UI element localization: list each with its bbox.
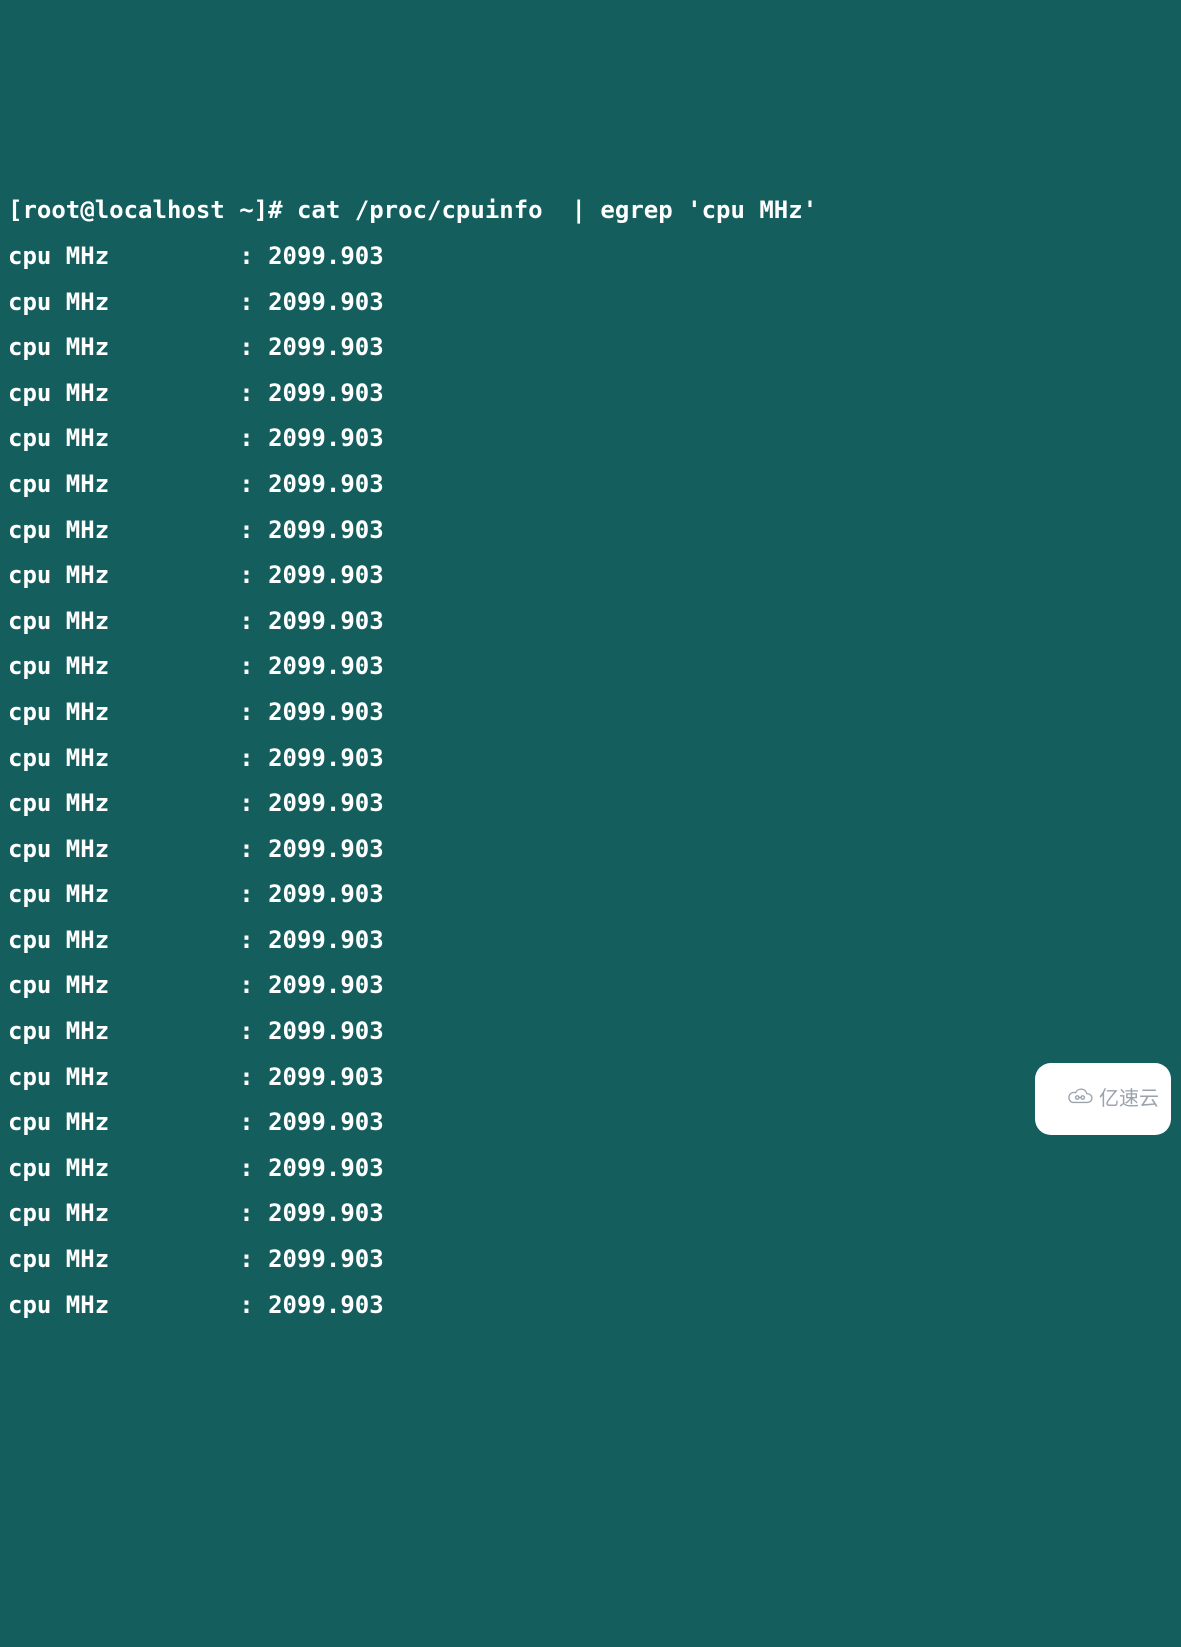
watermark-text: 亿速云 bbox=[1099, 1089, 1159, 1109]
terminal-output: cpu MHz : 2099.903 cpu MHz : 2099.903 cp… bbox=[8, 242, 384, 1319]
shell-command: cat /proc/cpuinfo | egrep 'cpu MHz' bbox=[297, 196, 817, 224]
watermark-badge: 亿速云 bbox=[1035, 1063, 1171, 1135]
shell-prompt: [root@localhost ~]# bbox=[8, 196, 297, 224]
terminal[interactable]: [root@localhost ~]# cat /proc/cpuinfo | … bbox=[8, 188, 1173, 1328]
command-line: [root@localhost ~]# cat /proc/cpuinfo | … bbox=[8, 188, 1173, 234]
cloud-icon bbox=[1045, 1067, 1093, 1131]
